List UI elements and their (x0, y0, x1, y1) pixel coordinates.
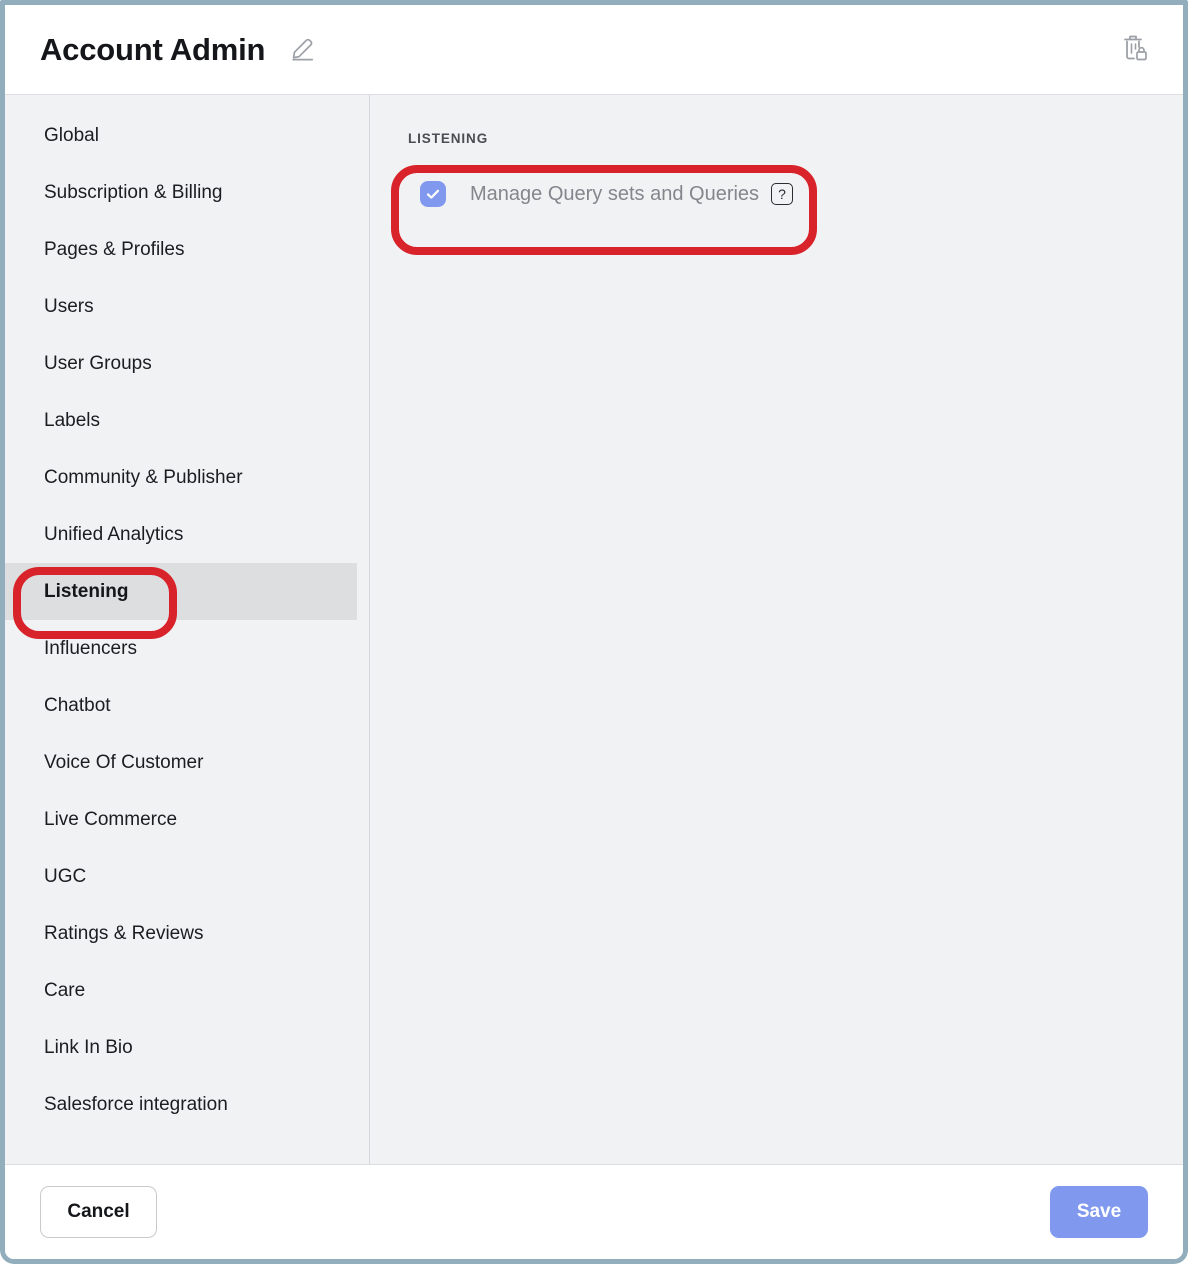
sidebar-item-salesforce-integration[interactable]: Salesforce integration (5, 1076, 357, 1133)
trash-lock-icon (1120, 32, 1150, 67)
account-admin-window: Account Admin (0, 0, 1188, 1264)
sidebar-item-label: Subscription & Billing (44, 182, 222, 204)
checkbox-manage-query-sets[interactable] (420, 181, 446, 207)
sidebar-item-users[interactable]: Users (5, 278, 357, 335)
modal-footer: Cancel Save (5, 1164, 1183, 1259)
sidebar-item-care[interactable]: Care (5, 962, 357, 1019)
sidebar-item-listening[interactable]: Listening (5, 563, 357, 620)
sidebar-item-unified-analytics[interactable]: Unified Analytics (5, 506, 357, 563)
modal-header: Account Admin (5, 5, 1183, 95)
sidebar-item-influencers[interactable]: Influencers (5, 620, 357, 677)
sidebar-nav: Global Subscription & Billing Pages & Pr… (5, 95, 370, 1164)
sidebar-item-label: Care (44, 980, 85, 1002)
sidebar-item-label: Pages & Profiles (44, 239, 184, 261)
checkmark-icon (425, 186, 441, 202)
sidebar-item-ugc[interactable]: UGC (5, 848, 357, 905)
sidebar-item-label: Influencers (44, 638, 137, 660)
sidebar-item-label: Community & Publisher (44, 467, 243, 489)
sidebar-item-label: User Groups (44, 353, 152, 375)
sidebar-item-label: Ratings & Reviews (44, 923, 203, 945)
sidebar-item-label: Global (44, 125, 99, 147)
sidebar-item-labels[interactable]: Labels (5, 392, 357, 449)
sidebar-item-label: Live Commerce (44, 809, 177, 831)
sidebar-item-pages-profiles[interactable]: Pages & Profiles (5, 221, 357, 278)
permission-row-manage-query-sets[interactable]: Manage Query sets and Queries ? (408, 168, 798, 220)
permission-label: Manage Query sets and Queries (470, 183, 759, 206)
save-button[interactable]: Save (1050, 1186, 1148, 1238)
sidebar-item-chatbot[interactable]: Chatbot (5, 677, 357, 734)
pencil-icon (290, 35, 316, 64)
page-title: Account Admin (40, 34, 265, 65)
cancel-button[interactable]: Cancel (40, 1186, 157, 1238)
edit-title-button[interactable] (287, 34, 319, 66)
sidebar-item-label: UGC (44, 866, 86, 888)
sidebar-item-label: Listening (44, 581, 128, 603)
sidebar-item-label: Chatbot (44, 695, 111, 717)
sidebar-item-ratings-reviews[interactable]: Ratings & Reviews (5, 905, 357, 962)
sidebar-item-link-in-bio[interactable]: Link In Bio (5, 1019, 357, 1076)
sidebar-item-global[interactable]: Global (5, 107, 357, 164)
sidebar-item-label: Salesforce integration (44, 1094, 228, 1116)
help-icon[interactable]: ? (771, 183, 793, 205)
content-pane: LISTENING Manage Query sets and Queries … (370, 95, 1183, 1164)
delete-account-button[interactable] (1115, 30, 1155, 70)
sidebar-item-label: Users (44, 296, 94, 318)
sidebar-item-label: Link In Bio (44, 1037, 133, 1059)
sidebar-item-label: Unified Analytics (44, 524, 183, 546)
sidebar-item-label: Labels (44, 410, 100, 432)
sidebar-item-user-groups[interactable]: User Groups (5, 335, 357, 392)
sidebar-item-community-publisher[interactable]: Community & Publisher (5, 449, 357, 506)
section-heading: LISTENING (408, 131, 1183, 146)
sidebar-item-live-commerce[interactable]: Live Commerce (5, 791, 357, 848)
sidebar-item-subscription-billing[interactable]: Subscription & Billing (5, 164, 357, 221)
modal-body: Global Subscription & Billing Pages & Pr… (5, 95, 1183, 1164)
sidebar-item-label: Voice Of Customer (44, 752, 203, 774)
sidebar-item-voice-of-customer[interactable]: Voice Of Customer (5, 734, 357, 791)
